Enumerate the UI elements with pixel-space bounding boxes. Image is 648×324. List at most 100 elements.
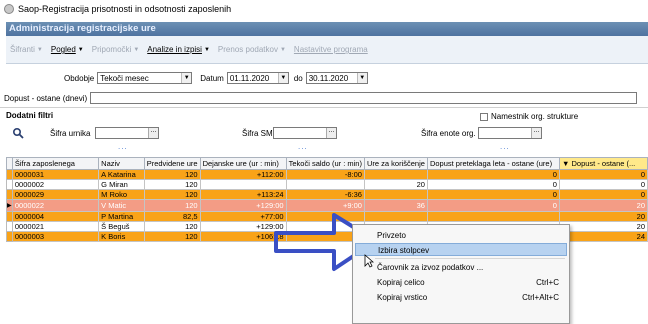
table-cell-dej[interactable]: +113:24	[199, 189, 287, 200]
table-cell-name[interactable]: K Boris	[98, 231, 145, 242]
table-cell-ure[interactable]	[363, 189, 428, 200]
table-cell-ure[interactable]: 36	[363, 199, 428, 212]
menu-pogled[interactable]: Pogled ▼	[51, 45, 84, 54]
table-cell-saldo[interactable]	[285, 211, 365, 222]
table-cell-dej[interactable]: +129:00	[199, 221, 287, 232]
ctx-item-izbira-stolpcev[interactable]: Izbira stolpcev	[355, 243, 567, 256]
column-header[interactable]: Ure za koriščenje	[363, 157, 428, 170]
table-cell-id[interactable]: 0000002	[11, 179, 100, 190]
table-cell-ure[interactable]	[363, 169, 428, 180]
table-cell-dop[interactable]: 20	[558, 199, 648, 212]
menu-analize[interactable]: Analize in izpisi ▼	[147, 45, 210, 54]
table-cell-dop[interactable]: 0	[558, 189, 648, 200]
row-indicator[interactable]: ▶	[6, 199, 13, 212]
table-cell-prev[interactable]	[426, 211, 560, 222]
table-row[interactable]: 0000029 M Roko 120 +113:24 -6:36 0 0	[6, 189, 648, 200]
table-cell-name[interactable]: M Roko	[98, 189, 145, 200]
datum-to-value: 30.11.2020	[308, 73, 349, 83]
more-dots[interactable]: ...	[500, 142, 510, 151]
ctx-item-kopiraj-vrstico[interactable]: Kopiraj vrstico Ctrl+Alt+C	[355, 291, 567, 304]
column-header[interactable]: Dopust preteklaga leta - ostane (ure)	[426, 157, 560, 170]
menu-nastavitve[interactable]: Nastavitve programa	[294, 45, 368, 54]
sifra-enote-input[interactable]: ...	[478, 127, 542, 139]
datum-from-select[interactable]: 01.11.2020 ▼	[226, 72, 289, 84]
search-icon[interactable]	[12, 127, 24, 139]
chevron-down-icon: ▼	[133, 46, 140, 53]
column-header[interactable]: Dejanske ure (ur : min)	[199, 157, 287, 170]
table-cell-dej[interactable]: +112:00	[199, 169, 287, 180]
table-cell-id[interactable]: 0000021	[11, 221, 100, 232]
chevron-down-icon: ▼	[36, 46, 43, 53]
ctx-item-kopiraj-celico[interactable]: Kopiraj celico Ctrl+C	[355, 276, 567, 289]
menu-pripomocki[interactable]: Pripomočki ▼	[92, 45, 140, 54]
lookup-button[interactable]: ...	[148, 127, 158, 138]
table-cell-id[interactable]: 0000022	[11, 199, 100, 212]
table-cell-saldo[interactable]: +9:00	[285, 199, 365, 212]
table-cell-name[interactable]: G Miran	[98, 179, 145, 190]
table-cell-dop[interactable]: 0	[558, 169, 648, 180]
more-dots[interactable]: ...	[298, 142, 308, 151]
table-cell-id[interactable]: 0000031	[11, 169, 100, 180]
page-header: Administracija registracijske ure	[6, 22, 648, 36]
ctx-item-carovnik[interactable]: Čarovnik za izvoz podatkov ...	[355, 261, 567, 274]
table-cell-name[interactable]: Š Beguš	[98, 221, 145, 232]
table-cell-id[interactable]: 0000029	[11, 189, 100, 200]
dopust-label: Dopust - ostane (dnevi)	[4, 93, 88, 103]
more-dots[interactable]: ...	[118, 142, 128, 151]
table-cell-pred[interactable]: 120	[143, 169, 201, 180]
column-header[interactable]: Predvidene ure	[143, 157, 201, 170]
table-row[interactable]: 0000002 G Miran 120 20 0 0	[6, 179, 648, 190]
table-cell-saldo[interactable]	[285, 179, 365, 190]
table-cell-dop[interactable]: 0	[558, 179, 648, 190]
lookup-button[interactable]: ...	[326, 127, 336, 138]
table-cell-dej[interactable]: +77:00	[199, 211, 287, 222]
table-cell-prev[interactable]: 0	[426, 199, 560, 212]
table-cell-ure[interactable]: 20	[363, 179, 428, 190]
table-cell-ure[interactable]	[363, 211, 428, 222]
lookup-button[interactable]: ...	[531, 127, 541, 138]
sifra-urnika-input[interactable]: ...	[95, 127, 159, 139]
menu-sifranti[interactable]: Šifranti ▼	[10, 45, 43, 54]
obdobje-select[interactable]: Tekoči mesec ▼	[97, 72, 193, 84]
table-row[interactable]: 0000031 A Katarina 120 +112:00 -8:00 0 0	[6, 169, 648, 180]
table-cell-dop[interactable]: 20	[558, 221, 648, 232]
table-cell-pred[interactable]: 120	[143, 179, 201, 190]
column-header-sorted[interactable]: ▼ Dopust - ostane (...	[558, 157, 648, 170]
dopust-input[interactable]	[90, 92, 638, 104]
table-cell-id[interactable]: 0000004	[11, 211, 100, 222]
grid-header-row: Šifra zaposlenega Naziv Predvidene ure D…	[6, 157, 648, 170]
table-cell-dej[interactable]: +106:18	[199, 231, 287, 242]
table-cell-saldo[interactable]: -6:36	[285, 189, 365, 200]
namestnik-checkbox-wrap[interactable]: Namestnik org. strukture	[480, 112, 578, 121]
table-cell-prev[interactable]: 0	[426, 169, 560, 180]
table-cell-pred[interactable]: 120	[143, 231, 201, 242]
table-row[interactable]: 0000004 P Martina 82,5 +77:00 20	[6, 211, 648, 222]
column-header[interactable]: Naziv	[98, 157, 145, 170]
table-cell-dej[interactable]	[199, 179, 287, 190]
table-cell-saldo[interactable]: -8:00	[285, 169, 365, 180]
table-cell-prev[interactable]: 0	[426, 179, 560, 190]
ctx-shortcut: Ctrl+Alt+C	[522, 293, 559, 302]
table-cell-name[interactable]: A Katarina	[98, 169, 145, 180]
menu-prenos[interactable]: Prenos podatkov ▼	[218, 45, 286, 54]
table-cell-prev[interactable]: 0	[426, 189, 560, 200]
table-cell-id[interactable]: 0000003	[11, 231, 100, 242]
table-cell-name[interactable]: V Matic	[98, 199, 145, 212]
column-header[interactable]: Tekoči saldo (ur : min)	[285, 157, 365, 170]
window-titlebar: Saop-Registracija prisotnosti in odsotno…	[0, 0, 648, 18]
table-cell-dop[interactable]: 20	[558, 211, 648, 222]
table-cell-pred[interactable]: 120	[143, 199, 201, 212]
ctx-item-privzeto[interactable]: Privzeto	[355, 229, 567, 242]
chevron-down-icon: ▼	[277, 73, 288, 83]
table-cell-dop[interactable]: 24	[558, 231, 648, 242]
table-cell-pred[interactable]: 120	[143, 189, 201, 200]
table-cell-dej[interactable]: +129:00	[199, 199, 287, 212]
namestnik-checkbox[interactable]	[480, 112, 488, 121]
table-row[interactable]: ▶ 0000022 V Matic 120 +129:00 +9:00 36 0 20	[6, 199, 648, 212]
column-header[interactable]: Šifra zaposlenega	[11, 157, 100, 170]
datum-to-select[interactable]: 30.11.2020 ▼	[305, 72, 368, 84]
sifra-sm-input[interactable]: ...	[273, 127, 337, 139]
table-cell-pred[interactable]: 82,5	[143, 211, 201, 222]
table-cell-name[interactable]: P Martina	[98, 211, 145, 222]
table-cell-pred[interactable]: 120	[143, 221, 201, 232]
